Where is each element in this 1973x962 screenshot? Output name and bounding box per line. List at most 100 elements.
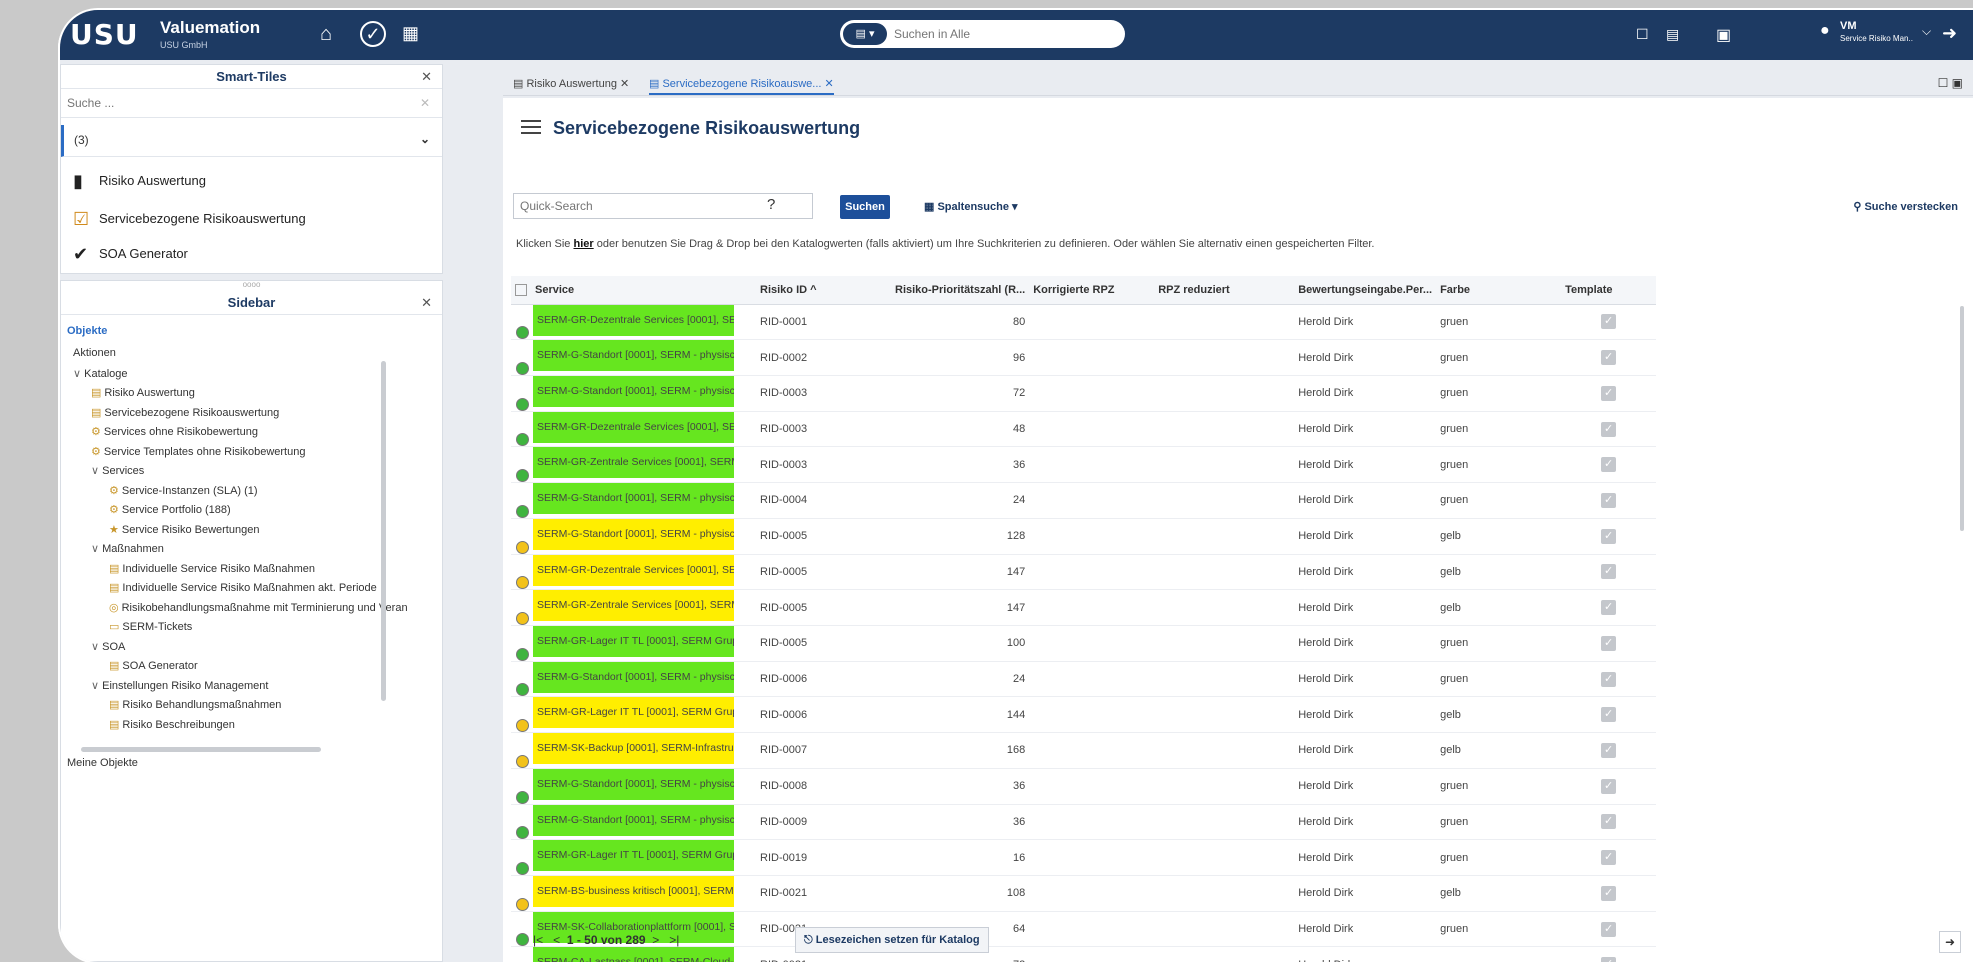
sidebar-item[interactable]: ▤ Servicebezogene Risikoauswertung [91, 406, 279, 419]
service-cell[interactable]: SERM-GR-Dezentrale Services [0001], SER.… [511, 554, 756, 591]
tab-servicebezogene-risikoauswertung[interactable]: ▤ Servicebezogene Risikoauswe... ✕ [649, 77, 834, 95]
smart-tiles-group[interactable]: (3) ⌄ [61, 125, 442, 157]
table-row[interactable]: SERM-GR-Zentrale Services [0001], SERM G… [511, 589, 1657, 626]
statistics-icon[interactable]: ▦ [402, 23, 419, 44]
service-cell[interactable]: SERM-GR-Lager IT TL [0001], SERM Gruppie… [511, 696, 756, 734]
template-checkbox[interactable]: ✓ [1601, 778, 1617, 794]
help-icon[interactable]: ? [767, 196, 775, 213]
template-checkbox[interactable]: ✓ [1601, 814, 1617, 830]
sidebar-item[interactable]: ▭ SERM-Tickets [109, 620, 192, 633]
sidebar-item[interactable]: ▤ Individuelle Service Risiko Maßnahmen a… [109, 581, 377, 594]
column-header-korrigierte-rpz[interactable]: Korrigierte RPZ [1029, 276, 1155, 305]
close-icon[interactable]: ✕ [421, 291, 432, 315]
drag-handle[interactable]: oooo [61, 281, 442, 291]
sidebar-item[interactable]: ★ Service Risiko Bewertungen [109, 523, 259, 536]
close-icon[interactable]: ✕ [825, 78, 834, 90]
sidebar-item[interactable]: ▤ Risiko Behandlungsmaßnahmen [109, 698, 281, 711]
sidebar-item[interactable]: ∨ Kataloge [73, 367, 128, 380]
service-cell[interactable]: SERM-SK-Backup [0001], SERM-Infrastruktu… [511, 732, 756, 769]
table-row[interactable]: SERM-GR-Dezentrale Services [0001], SER.… [511, 554, 1657, 591]
chevron-down-icon[interactable]: ⌵ [1922, 24, 1931, 39]
sidebar-item[interactable]: ∨ Maßnahmen [91, 542, 164, 555]
table-row[interactable]: SERM-G-Standort [0001], SERM - physische… [511, 804, 1657, 841]
search-button[interactable]: Suchen [840, 195, 890, 219]
template-checkbox[interactable]: ✓ [1601, 921, 1617, 937]
column-header-farbe[interactable]: Farbe [1436, 276, 1562, 305]
global-search-input[interactable] [894, 24, 1114, 44]
table-row[interactable]: SERM-SK-Backup [0001], SERM-Infrastruktu… [511, 732, 1657, 769]
template-checkbox[interactable]: ✓ [1601, 850, 1617, 866]
template-checkbox[interactable]: ✓ [1601, 635, 1617, 651]
list-icon[interactable]: ▤ [1666, 26, 1679, 43]
service-cell[interactable]: SERM-G-Standort [0001], SERM - physische… [511, 804, 756, 841]
chevron-down-icon[interactable]: ∨ [73, 368, 84, 380]
tile-risiko-auswertung[interactable]: ▮ Risiko Auswertung [73, 171, 206, 192]
column-header-bewertungseingabe[interactable]: Bewertungseingabe.Per... [1294, 276, 1437, 305]
template-checkbox[interactable]: ✓ [1601, 314, 1617, 330]
template-checkbox[interactable]: ✓ [1601, 671, 1617, 687]
template-checkbox[interactable]: ✓ [1601, 492, 1617, 508]
column-header-rpz[interactable]: Risiko-Prioritätszahl (R... [891, 276, 1030, 305]
sidebar-item[interactable]: ∨ SOA [91, 640, 125, 653]
service-cell[interactable]: SERM-G-Standort [0001], SERM - physische… [511, 518, 756, 555]
logout-icon[interactable]: ➜ [1942, 23, 1957, 44]
chevron-down-icon[interactable]: ∨ [91, 641, 102, 653]
sidebar-item[interactable]: ∨ Einstellungen Risiko Management [91, 679, 268, 692]
service-cell[interactable]: SERM-GR-Zentrale Services [0001], SERM G… [511, 446, 756, 484]
close-icon[interactable]: ✕ [620, 78, 629, 90]
service-cell[interactable]: SERM-GR-Dezentrale Services [0001], SER.… [511, 411, 756, 448]
sidebar-item[interactable]: Aktionen [73, 347, 116, 359]
clear-icon[interactable]: ✕ [420, 96, 430, 110]
service-cell[interactable]: SERM-G-Standort [0001], SERM - physische… [511, 375, 756, 412]
table-row[interactable]: SERM-G-Standort [0001], SERM - physische… [511, 375, 1657, 412]
sidebar-item[interactable]: ▤ Individuelle Service Risiko Maßnahmen [109, 562, 315, 575]
sidebar-item[interactable]: ⚙ Services ohne Risikobewertung [91, 425, 258, 438]
table-row[interactable]: SERM-GR-Zentrale Services [0001], SERM G… [511, 446, 1657, 484]
table-row[interactable]: SERM-GR-Lager IT TL [0001], SERM Gruppie… [511, 696, 1657, 734]
column-header-service[interactable]: Service [511, 276, 756, 305]
table-row[interactable]: SERM-GR-Lager IT TL [0001], SERM Gruppie… [511, 839, 1657, 876]
sidebar-item[interactable]: ▤ Risiko Auswertung [91, 386, 195, 399]
chevron-down-icon[interactable]: ∨ [91, 543, 102, 555]
tab-risiko-auswertung[interactable]: ▤ Risiko Auswertung ✕ [513, 77, 629, 90]
template-checkbox[interactable]: ✓ [1601, 385, 1617, 401]
service-cell[interactable]: SERM-BS-business kritisch [0001], SERM -… [511, 875, 756, 912]
last-page-icon[interactable]: >| [669, 933, 679, 947]
sidebar-item[interactable]: ▤ SOA Generator [109, 659, 198, 672]
column-header-template[interactable]: Template [1561, 276, 1657, 305]
table-row[interactable]: SERM-GR-Dezentrale Services [0001], SER.… [511, 411, 1657, 448]
chevron-down-icon[interactable]: ∨ [91, 465, 102, 477]
close-icon[interactable]: ✕ [421, 65, 432, 89]
home-icon[interactable]: ⌂ [320, 23, 332, 46]
chevron-down-icon[interactable]: ∨ [91, 680, 102, 692]
service-cell[interactable]: SERM-G-Standort [0001], SERM - physische… [511, 482, 756, 519]
service-cell[interactable]: SERM-CA-Lastpass [0001], SERM-Cloud-Ser.… [511, 946, 756, 962]
hide-search-button[interactable]: ⚲ Suche verstecken [1853, 200, 1958, 213]
menu-icon[interactable] [521, 120, 541, 138]
template-checkbox[interactable]: ✓ [1601, 528, 1617, 544]
tile-soa-generator[interactable]: ✔ SOA Generator [73, 244, 188, 265]
template-checkbox[interactable]: ✓ [1601, 421, 1617, 437]
template-checkbox[interactable]: ✓ [1601, 564, 1617, 580]
sidebar-item[interactable]: ⚙ Service-Instanzen (SLA) (1) [109, 484, 258, 497]
table-scrollbar[interactable] [1960, 306, 1964, 531]
table-row[interactable]: SERM-GR-Dezentrale Services [0001], SER.… [511, 304, 1657, 341]
column-header-risiko-id[interactable]: Risiko ID ^ [756, 276, 891, 305]
template-checkbox[interactable]: ✓ [1601, 457, 1617, 473]
service-cell[interactable]: SERM-GR-Lager IT TL [0001], SERM Gruppie… [511, 625, 756, 662]
sidebar-item[interactable]: ⚙ Service Portfolio (188) [109, 503, 231, 516]
service-cell[interactable]: SERM-GR-Zentrale Services [0001], SERM G… [511, 589, 756, 626]
service-cell[interactable]: SERM-GR-Dezentrale Services [0001], SER.… [511, 304, 756, 341]
next-page-icon[interactable]: > [652, 933, 659, 947]
vertical-scrollbar[interactable] [381, 361, 386, 701]
search-scope-dropdown[interactable]: ▤ ▾ [843, 23, 887, 45]
sidebar-item[interactable]: ▤ Risiko Beschreibungen [109, 718, 235, 731]
window-controls-icon[interactable]: ☐ ▣ [1938, 76, 1963, 90]
hint-link[interactable]: hier [573, 238, 593, 250]
table-row[interactable]: SERM-BS-business kritisch [0001], SERM -… [511, 875, 1657, 912]
sidebar-item[interactable]: ⚙ Service Templates ohne Risikobewertung [91, 445, 305, 458]
table-row[interactable]: SERM-CA-Lastpass [0001], SERM-Cloud-Ser.… [511, 946, 1657, 962]
bookmark-catalog-button[interactable]: ⎋ Lesezeichen setzen für Katalog [795, 927, 989, 953]
service-cell[interactable]: SERM-G-Standort [0001], SERM - physische… [511, 339, 756, 376]
template-checkbox[interactable]: ✓ [1601, 885, 1617, 901]
